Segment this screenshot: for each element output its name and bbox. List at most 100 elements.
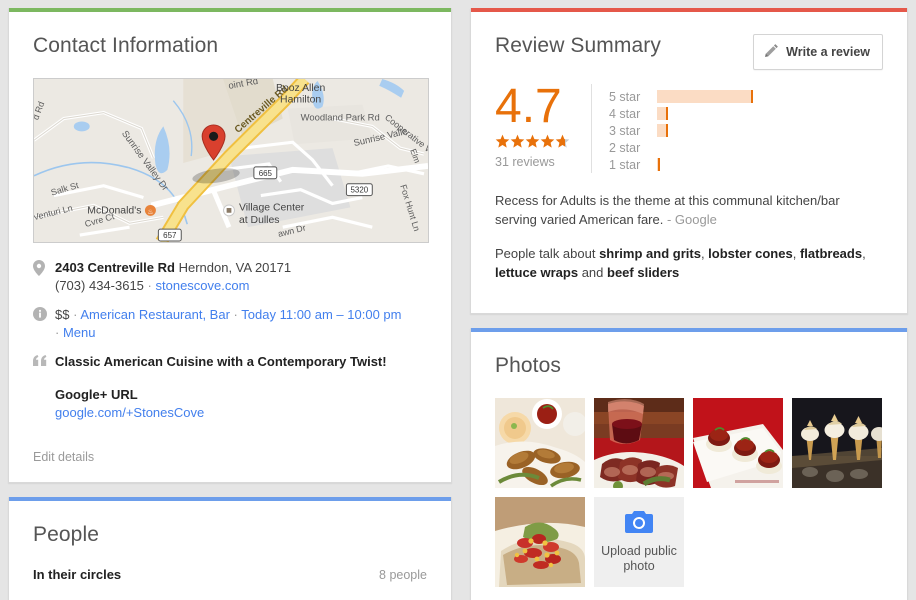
quote-marks-icon: [33, 353, 55, 372]
review-card-body: Review Summary Write a review 4.7 31 rev…: [471, 12, 907, 313]
svg-text:at Dulles: at Dulles: [239, 215, 280, 226]
svg-text:McDonald's: McDonald's: [87, 205, 141, 216]
histogram-label-4: 4 star: [609, 106, 641, 121]
svg-text:Woodland Park Rd: Woodland Park Rd: [301, 112, 380, 123]
histogram-marker-5: [751, 90, 753, 103]
svg-text:Hamilton: Hamilton: [280, 95, 321, 106]
histogram-track-1: [657, 158, 842, 171]
review-count: 31 reviews: [495, 155, 555, 169]
people-section-count: 8 people: [379, 568, 427, 582]
people-section-label: In their circles: [33, 567, 122, 582]
upload-label-line1: Upload public: [601, 543, 677, 558]
histogram-row-3[interactable]: 3 star: [609, 122, 842, 139]
price-level: $$: [55, 307, 70, 322]
upload-photo-label: Upload public photo: [601, 544, 677, 574]
histogram-fill-4: [657, 107, 666, 120]
tagline-text: Classic American Cuisine with a Contempo…: [55, 354, 387, 369]
contact-card-title: Contact Information: [33, 34, 219, 57]
address-text: 2403 Centreville Rd Herndon, VA 20171 (7…: [55, 259, 427, 295]
review-summary-source: - Google: [666, 212, 717, 227]
people-section-row: In their circles 8 people: [33, 567, 427, 582]
histogram-row-1[interactable]: 1 star: [609, 156, 842, 173]
people-talk-about-paragraph: People talk about shrimp and grits, lobs…: [495, 246, 866, 280]
histogram-label-2: 2 star: [609, 140, 641, 155]
business-info-row: $$ · American Restaurant, Bar · Today 11…: [33, 306, 427, 342]
review-card-header: Review Summary Write a review: [495, 34, 883, 78]
svg-text:665: 665: [259, 169, 273, 178]
rating-overall: 4.7 31 reviews: [495, 80, 591, 169]
rating-area: 4.7 31 reviews 5 star 4 star 3 star 2 st…: [495, 80, 883, 173]
photo-grid: Upload public photo: [495, 398, 883, 587]
write-a-review-button[interactable]: Write a review: [753, 34, 883, 70]
svg-text:657: 657: [163, 231, 176, 240]
talk-term-5: beef sliders: [607, 265, 680, 280]
rating-histogram: 5 star 4 star 3 star 2 star 1 star: [591, 84, 842, 173]
dot-separator-3: ·: [233, 307, 238, 322]
website-link[interactable]: stonescove.com: [156, 278, 250, 293]
talk-term-2: lobster cones: [708, 246, 793, 261]
upload-label-line2: photo: [623, 558, 655, 573]
dot-separator-2: ·: [73, 307, 78, 322]
hours-link[interactable]: Today 11:00 am – 10:00 pm: [241, 307, 401, 322]
map-graphic: Centreville Rd Sunrise Valley Dr Woodlan…: [34, 79, 428, 242]
svg-text:5320: 5320: [351, 186, 369, 195]
upload-public-photo-button[interactable]: Upload public photo: [594, 497, 684, 587]
histogram-track-3: [657, 124, 842, 137]
right-column: Review Summary Write a review 4.7 31 rev…: [470, 8, 908, 600]
write-a-review-label: Write a review: [786, 45, 870, 59]
people-talk-prefix: People talk about: [495, 246, 600, 261]
svg-text:♨: ♨: [147, 208, 153, 216]
people-card-title: People: [33, 523, 99, 546]
contact-information-card: Contact Information Centreville Rd Sunri…: [8, 8, 452, 483]
histogram-label-3: 3 star: [609, 123, 641, 138]
left-column: Contact Information Centreville Rd Sunri…: [8, 8, 452, 600]
review-summary-card: Review Summary Write a review 4.7 31 rev…: [470, 8, 908, 314]
categories-link[interactable]: American Restaurant, Bar: [80, 307, 230, 322]
svg-text:Booz Allen: Booz Allen: [276, 83, 325, 94]
talk-term-4: lettuce wraps: [495, 265, 579, 280]
location-pin-icon: [33, 259, 55, 281]
photo-lobster-cones[interactable]: [792, 398, 882, 488]
talk-term-1: shrimp and grits: [599, 246, 701, 261]
menu-link[interactable]: Menu: [63, 325, 96, 340]
histogram-track-2: [657, 141, 842, 154]
contact-card-body: Contact Information Centreville Rd Sunri…: [9, 12, 451, 482]
dot-separator-4: ·: [55, 325, 60, 340]
photo-fish-with-salsa[interactable]: [495, 497, 585, 587]
people-card: People In their circles 8 people: [8, 497, 452, 600]
histogram-marker-1: [658, 158, 660, 171]
photos-card: Photos Upload public photo: [470, 328, 908, 600]
phone-number: (703) 434-3615: [55, 278, 144, 293]
rating-stars: [495, 134, 579, 153]
photo-beef-sliders[interactable]: [693, 398, 783, 488]
gplus-url-link[interactable]: google.com/+StonesCove: [55, 405, 204, 420]
gplus-url-label: Google+ URL: [55, 387, 138, 402]
tagline-row: Classic American Cuisine with a Contempo…: [33, 353, 427, 372]
talk-term-3: flatbreads: [799, 246, 863, 261]
histogram-marker-3: [666, 124, 668, 137]
rating-value: 4.7: [495, 80, 562, 133]
histogram-marker-4: [666, 107, 668, 120]
pencil-icon: [764, 43, 779, 61]
histogram-row-4[interactable]: 4 star: [609, 105, 842, 122]
histogram-track-4: [657, 107, 842, 120]
location-map[interactable]: Centreville Rd Sunrise Valley Dr Woodlan…: [33, 78, 429, 243]
photo-steak-and-wine[interactable]: [594, 398, 684, 488]
page-root: Contact Information Centreville Rd Sunri…: [0, 0, 916, 600]
address-city-state-zip: Herndon, VA 20171: [178, 260, 292, 275]
histogram-label-5: 5 star: [609, 89, 641, 104]
star-row-icon: [495, 134, 570, 148]
histogram-track-5: [657, 90, 842, 103]
business-info-text: $$ · American Restaurant, Bar · Today 11…: [55, 306, 427, 342]
address-row: 2403 Centreville Rd Herndon, VA 20171 (7…: [33, 259, 427, 295]
histogram-fill-3: [657, 124, 666, 137]
photo-chicken-wings-platter[interactable]: [495, 398, 585, 488]
histogram-row-5[interactable]: 5 star: [609, 88, 842, 105]
edit-details-link[interactable]: Edit details: [33, 450, 427, 464]
photos-card-body: Photos Upload public photo: [471, 332, 907, 600]
photos-card-title: Photos: [495, 354, 561, 377]
dot-separator-1: ·: [147, 278, 152, 293]
review-summary-paragraph: Recess for Adults is the theme at this c…: [495, 191, 883, 229]
histogram-row-2[interactable]: 2 star: [609, 139, 842, 156]
info-circle-icon: [33, 306, 55, 326]
